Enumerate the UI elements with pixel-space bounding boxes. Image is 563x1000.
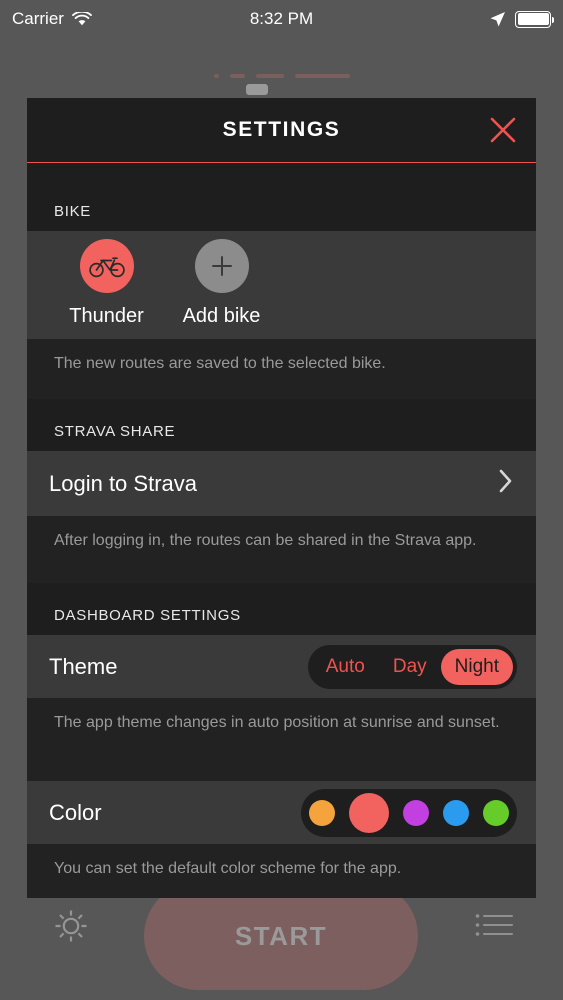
close-icon[interactable] — [486, 113, 520, 147]
status-bar-time: 8:32 PM — [249, 9, 314, 28]
add-bike-label: Add bike — [182, 305, 261, 327]
status-bar-right — [489, 10, 554, 28]
add-bike-button[interactable]: Add bike — [164, 239, 279, 328]
modal-header: SETTINGS — [27, 98, 536, 163]
theme-option-night[interactable]: Night — [440, 648, 513, 685]
bike-selector-row: Thunder Add bike — [27, 231, 536, 339]
theme-row: Theme Auto Day Night — [27, 635, 536, 698]
plus-icon — [194, 239, 249, 293]
status-bar: Carrier 8:32 PM — [0, 0, 563, 38]
color-swatch-purple[interactable] — [403, 799, 429, 826]
color-swatch-tray[interactable] — [301, 788, 517, 837]
theme-option-auto[interactable]: Auto — [312, 649, 379, 685]
start-button-label: START — [234, 920, 328, 951]
bike-label: Thunder — [69, 305, 144, 327]
bike-item-thunder[interactable]: Thunder — [49, 239, 164, 328]
color-swatch-green[interactable] — [483, 799, 509, 826]
bottom-toolbar: START — [0, 882, 563, 1000]
section-header-dashboard: DASHBOARD SETTINGS — [27, 583, 536, 635]
section-footer-color: You can set the default color scheme for… — [27, 844, 536, 898]
settings-modal: SETTINGS BIKE Thunder Add bike The new r… — [27, 98, 536, 898]
location-arrow-icon — [489, 11, 506, 28]
theme-label: Theme — [49, 653, 118, 679]
list-icon[interactable] — [475, 912, 515, 945]
background-chip — [246, 84, 268, 95]
color-swatch-orange[interactable] — [309, 799, 335, 826]
section-footer-bike: The new routes are saved to the selected… — [27, 339, 536, 399]
gear-icon[interactable] — [48, 903, 94, 954]
chevron-right-icon — [498, 468, 514, 499]
color-swatch-blue[interactable] — [443, 799, 469, 826]
section-footer-theme: The app theme changes in auto position a… — [27, 698, 536, 781]
start-button[interactable]: START — [144, 882, 418, 990]
section-header-bike: BIKE — [27, 163, 536, 231]
bicycle-icon — [79, 239, 134, 293]
battery-full-icon — [515, 10, 554, 28]
color-label: Color — [49, 799, 102, 825]
theme-segmented-control[interactable]: Auto Day Night — [307, 644, 517, 689]
login-to-strava-label: Login to Strava — [49, 470, 197, 496]
color-row: Color — [27, 781, 536, 844]
color-swatch-red[interactable] — [349, 792, 389, 833]
section-header-strava: STRAVA SHARE — [27, 399, 536, 451]
page-title: SETTINGS — [222, 118, 341, 141]
login-to-strava-row[interactable]: Login to Strava — [27, 451, 536, 516]
section-footer-strava: After logging in, the routes can be shar… — [27, 516, 536, 583]
background-route-line — [0, 70, 563, 82]
theme-option-day[interactable]: Day — [379, 649, 441, 685]
